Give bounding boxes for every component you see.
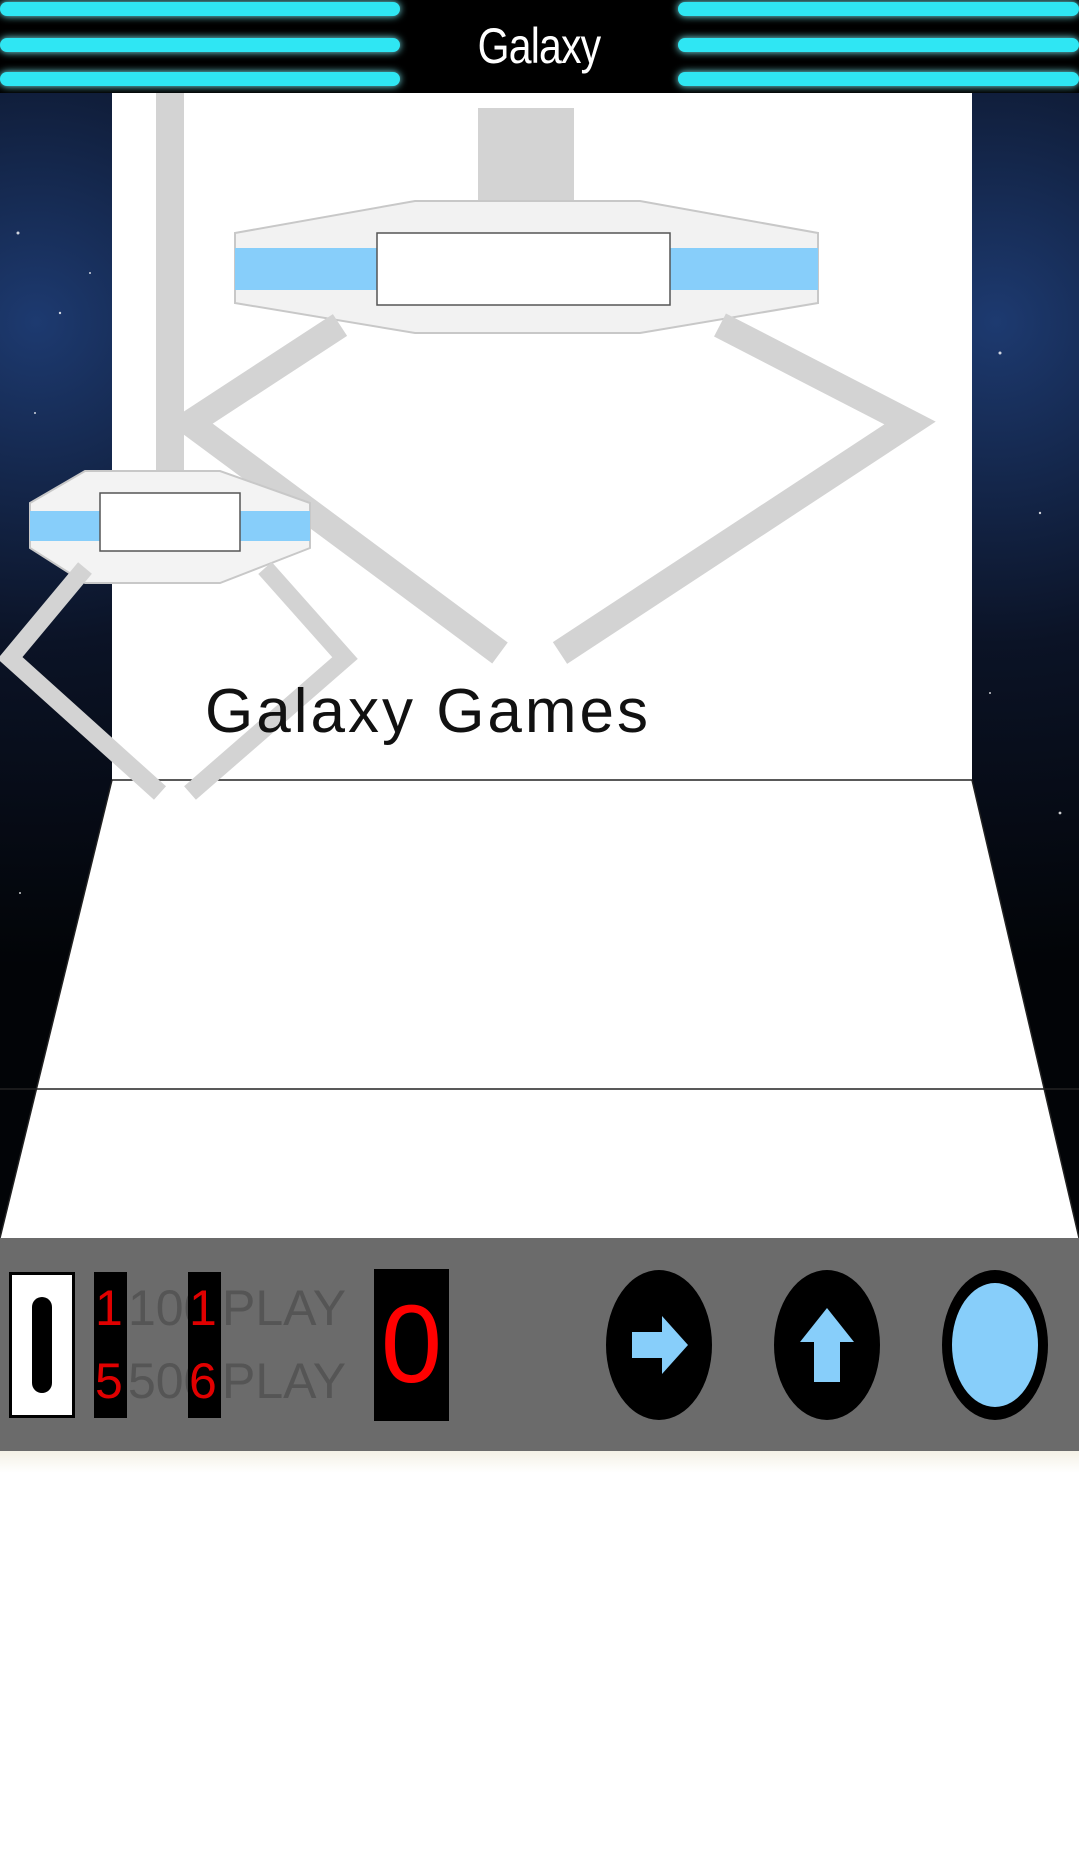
drop-button[interactable] <box>942 1270 1048 1420</box>
move-up-button[interactable] <box>774 1270 880 1420</box>
floor <box>0 780 1079 1238</box>
arrow-up-icon <box>800 1308 854 1382</box>
neon-stripe <box>678 38 1079 52</box>
circle-button-icon <box>952 1283 1038 1407</box>
arrow-right-icon <box>632 1316 688 1374</box>
price-plays-column: 1 5 <box>94 1272 127 1418</box>
machine-logo-text: Galaxy Games <box>205 677 652 746</box>
credit-value: 0 <box>380 1283 443 1406</box>
panel-bottom-edge <box>0 1451 1079 1473</box>
neon-stripe <box>0 38 400 52</box>
claw-machine-interior <box>0 93 1079 1238</box>
neon-stripe <box>0 72 400 86</box>
neon-stripe <box>678 2 1079 16</box>
game-title: Galaxy Catcher <box>428 0 650 93</box>
price-plays-1: 1 <box>95 1280 123 1336</box>
neon-stripe <box>0 2 400 16</box>
credit-counter: 0 <box>374 1269 449 1421</box>
coin-slot-opening <box>32 1297 52 1393</box>
move-right-button[interactable] <box>606 1270 712 1420</box>
price-plays-2: 5 <box>95 1353 123 1409</box>
neon-stripe <box>678 72 1079 86</box>
bonus-plays-column: 1 6 <box>188 1272 221 1418</box>
title-bar: Galaxy Catcher <box>0 0 1079 93</box>
price-label-2: PLAY <box>222 1353 347 1409</box>
bonus-plays-1: 1 <box>189 1280 217 1336</box>
coin-slot[interactable] <box>9 1272 75 1418</box>
bonus-plays-2: 6 <box>189 1353 217 1409</box>
price-label-1: PLAY <box>222 1280 347 1336</box>
